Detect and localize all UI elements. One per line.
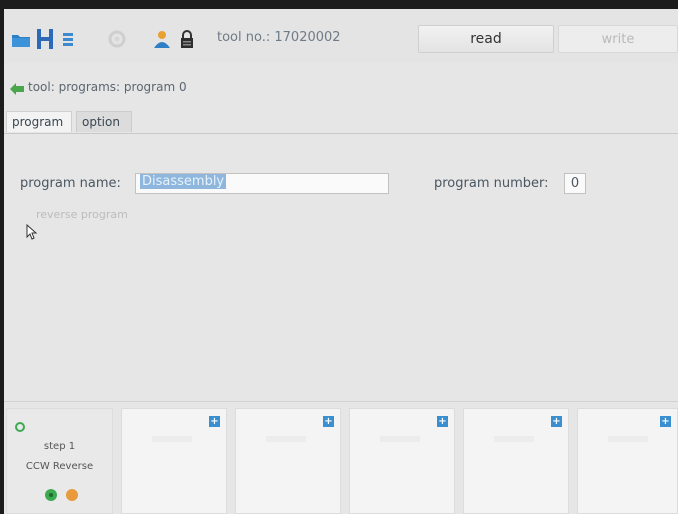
step-option-icon[interactable] bbox=[65, 487, 79, 506]
read-button[interactable]: read bbox=[418, 25, 554, 53]
settings-icon[interactable] bbox=[107, 28, 127, 50]
step-card-empty[interactable]: + bbox=[577, 408, 678, 514]
back-arrow-icon[interactable] bbox=[10, 80, 24, 99]
add-step-icon[interactable]: + bbox=[551, 416, 562, 427]
program-number-input[interactable]: 0 bbox=[564, 173, 586, 194]
tab-program[interactable]: program bbox=[6, 111, 72, 132]
reverse-program-checkbox[interactable]: reverse program bbox=[36, 208, 128, 221]
tool-number: tool no.: 17020002 bbox=[217, 30, 341, 45]
lock-icon[interactable] bbox=[177, 28, 197, 50]
app-window: tool no.: 17020002 read write tool: prog… bbox=[4, 9, 678, 514]
step-title: step 1 bbox=[43, 441, 76, 452]
breadcrumb-text: tool: programs: program 0 bbox=[28, 80, 187, 94]
step-placeholder bbox=[608, 436, 648, 442]
tool-number-label: tool no.: bbox=[217, 30, 271, 45]
tab-bar: program option bbox=[4, 109, 678, 134]
step-placeholder bbox=[380, 436, 420, 442]
step-card-empty[interactable]: + bbox=[463, 408, 569, 514]
step-card-empty[interactable]: + bbox=[349, 408, 455, 514]
add-step-icon[interactable]: + bbox=[209, 416, 220, 427]
folder-icon[interactable] bbox=[11, 28, 31, 50]
step-placeholder bbox=[266, 436, 306, 442]
list-icon[interactable] bbox=[58, 28, 78, 50]
step-card-1[interactable]: step 1 CCW Reverse bbox=[6, 408, 113, 514]
tool-number-value: 17020002 bbox=[274, 30, 341, 45]
save-icon[interactable] bbox=[35, 28, 55, 50]
program-name-label: program name: bbox=[20, 176, 121, 191]
write-button[interactable]: write bbox=[558, 25, 678, 53]
step-run-icon[interactable] bbox=[44, 487, 58, 506]
step-subtitle: CCW Reverse bbox=[25, 461, 94, 472]
add-step-icon[interactable]: + bbox=[437, 416, 448, 427]
step-card-empty[interactable]: + bbox=[235, 408, 341, 514]
toolbar: tool no.: 17020002 read write bbox=[4, 9, 678, 63]
user-icon[interactable] bbox=[152, 28, 172, 50]
step-placeholder bbox=[494, 436, 534, 442]
steps-divider bbox=[4, 401, 678, 402]
step-placeholder bbox=[152, 436, 192, 442]
step-card-empty[interactable]: + bbox=[121, 408, 227, 514]
add-step-icon[interactable]: + bbox=[323, 416, 334, 427]
mouse-cursor-icon bbox=[26, 223, 38, 244]
tab-option[interactable]: option bbox=[76, 111, 132, 132]
step-status-icon bbox=[15, 417, 25, 436]
program-number-label: program number: bbox=[434, 176, 549, 191]
program-name-input[interactable]: Disassembly bbox=[135, 173, 389, 194]
add-step-icon[interactable]: + bbox=[660, 416, 671, 427]
breadcrumb: tool: programs: program 0 bbox=[4, 73, 678, 101]
program-name-value: Disassembly bbox=[140, 174, 227, 189]
